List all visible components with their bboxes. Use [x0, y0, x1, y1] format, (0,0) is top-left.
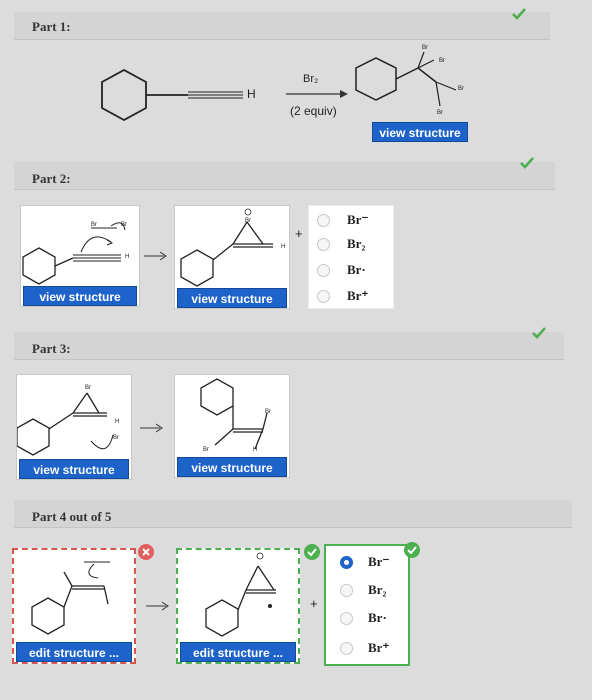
- option-label-2: Br₂: [368, 582, 387, 597]
- atom-label: H: [115, 419, 120, 425]
- view-structure-button[interactable]: view structure: [23, 286, 137, 306]
- atom-label: Br: [422, 45, 428, 51]
- part-3-reactant-structure: [17, 392, 114, 456]
- option-label-3: Br·: [368, 610, 387, 625]
- incorrect-icon: [138, 544, 154, 560]
- atom-label: Br: [113, 435, 119, 441]
- part-1-product-structure: [355, 51, 457, 107]
- radio-option-3[interactable]: [317, 264, 330, 277]
- part-2-options-card: Br⁻ Br₂ Br· Br⁺: [308, 205, 394, 309]
- view-structure-button[interactable]: view structure: [372, 122, 468, 142]
- reaction-arrow-icon: [146, 601, 169, 611]
- part-3-header: Part 3:: [14, 332, 564, 360]
- part-4-product-structure: [205, 552, 276, 637]
- reaction-arrow-icon: [140, 423, 163, 433]
- atom-label: Br: [91, 222, 97, 228]
- option-label-1: Br⁻: [347, 212, 369, 227]
- part-4-options-card: Br⁻ Br₂ Br· Br⁺: [324, 544, 410, 666]
- edit-structure-button[interactable]: edit structure ...: [180, 642, 296, 662]
- view-structure-button[interactable]: view structure: [177, 457, 287, 477]
- part-2-reactant-structure: [22, 222, 126, 285]
- part-1-equiv: (2 equiv): [290, 104, 337, 118]
- radio-option-4[interactable]: [340, 642, 353, 655]
- part-1-header: Part 1:: [14, 12, 550, 40]
- atom-label: Br: [203, 447, 209, 453]
- view-structure-button[interactable]: view structure: [19, 459, 129, 479]
- option-label-4: Br⁺: [368, 640, 390, 655]
- part-2-product-card[interactable]: Br H view structure: [174, 205, 290, 309]
- checkmark-icon: [520, 157, 534, 169]
- atom-label: Br: [437, 110, 443, 116]
- part-2-reactant-card[interactable]: Br Br H view structure: [20, 205, 140, 307]
- atom-label: H: [253, 447, 258, 453]
- part-1-reactant-structure: [101, 68, 243, 122]
- checkmark-icon: [512, 8, 526, 20]
- atom-label: Br: [85, 385, 91, 391]
- part-4-reactant-structure: [31, 561, 110, 635]
- part-2-product-structure: [180, 208, 273, 287]
- part-3-reactant-card[interactable]: Br H Br view structure: [16, 374, 132, 480]
- radio-option-1[interactable]: [317, 214, 330, 227]
- part-2-header: Part 2:: [14, 162, 555, 190]
- plus-sign: +: [310, 596, 318, 611]
- part-3-product-structure: [200, 378, 268, 450]
- radio-option-1[interactable]: [340, 556, 353, 569]
- atom-label: Br: [439, 58, 445, 64]
- edit-structure-button[interactable]: edit structure ...: [16, 642, 132, 662]
- part-4-header: Part 4 out of 5: [14, 500, 572, 528]
- radio-option-4[interactable]: [317, 290, 330, 303]
- option-label-3: Br·: [347, 262, 366, 277]
- option-label-2: Br₂: [347, 236, 366, 251]
- part-4-product-card[interactable]: edit structure ...: [176, 548, 300, 664]
- reaction-arrow-icon: [286, 90, 348, 98]
- option-label-4: Br⁺: [347, 288, 369, 303]
- checkmark-icon: [532, 327, 546, 339]
- view-structure-button[interactable]: view structure: [177, 288, 287, 308]
- option-label-1: Br⁻: [368, 554, 390, 569]
- part-1-reagent: Br₂: [303, 73, 319, 85]
- atom-label: Br: [458, 86, 464, 92]
- part-4-label: Part 4 out of 5: [32, 509, 112, 524]
- atom-label: Br: [265, 409, 271, 415]
- reaction-arrow-icon: [144, 251, 167, 261]
- part-1-label: Part 1:: [32, 19, 71, 34]
- part-3-product-card[interactable]: Br Br H view structure: [174, 374, 290, 478]
- part-3-label: Part 3:: [32, 341, 71, 356]
- radio-option-2[interactable]: [317, 238, 330, 251]
- radio-option-3[interactable]: [340, 612, 353, 625]
- part-2-label: Part 2:: [32, 171, 71, 186]
- plus-sign: +: [295, 226, 303, 241]
- atom-label: Br: [245, 218, 251, 224]
- correct-icon: [304, 544, 320, 560]
- atom-label: H: [125, 254, 130, 260]
- atom-label: H: [281, 244, 286, 250]
- radio-option-2[interactable]: [340, 584, 353, 597]
- part-4-reactant-card[interactable]: edit structure ...: [12, 548, 136, 664]
- part-1-h-label: H: [247, 87, 256, 101]
- correct-icon: [404, 542, 420, 558]
- atom-label: Br: [121, 222, 127, 228]
